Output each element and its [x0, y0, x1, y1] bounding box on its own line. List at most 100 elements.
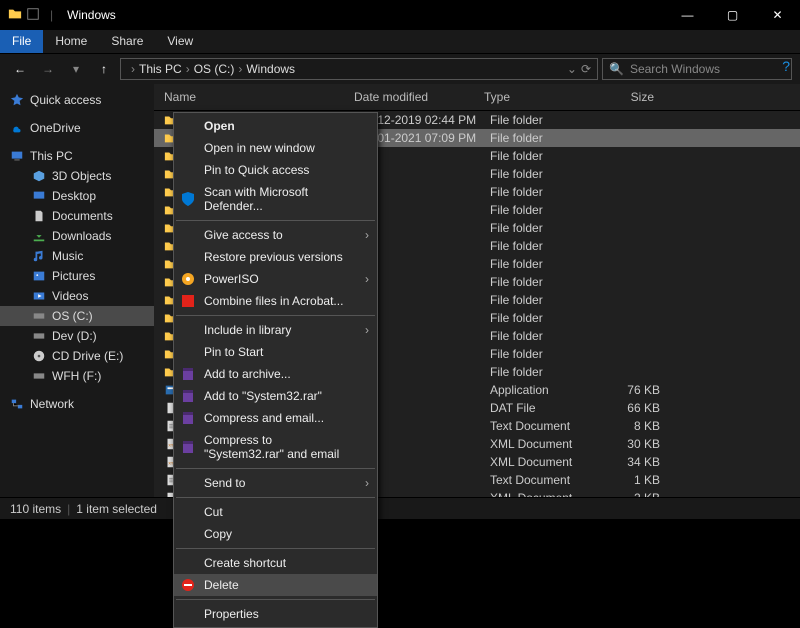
cell-type: File folder: [490, 167, 590, 181]
menu-item[interactable]: Add to "System32.rar": [174, 385, 377, 407]
cell-type: XML Document: [490, 491, 590, 497]
sidebar-item-3dobjects[interactable]: 3D Objects: [0, 166, 154, 186]
breadcrumb[interactable]: Windows: [246, 62, 295, 76]
statusbar: 110 items | 1 item selected: [0, 497, 800, 519]
cell-date: PM: [360, 185, 490, 199]
rar-icon: [180, 388, 196, 404]
menu-item[interactable]: Properties: [174, 603, 377, 625]
menu-label: Include in library: [204, 323, 291, 337]
cell-type: XML Document: [490, 437, 590, 451]
qat-icon[interactable]: [26, 7, 40, 24]
menu-item[interactable]: Open in new window: [174, 137, 377, 159]
cell-size: 8 KB: [590, 419, 670, 433]
poweriso-icon: [180, 271, 196, 287]
cell-date: PM: [360, 221, 490, 235]
sidebar-item-quick-access[interactable]: Quick access: [0, 90, 154, 110]
sidebar-item-wfh[interactable]: WFH (F:): [0, 366, 154, 386]
menu-item[interactable]: Combine files in Acrobat...: [174, 290, 377, 312]
tab-view[interactable]: View: [155, 30, 205, 53]
close-button[interactable]: ✕: [755, 0, 800, 30]
minimize-button[interactable]: —: [665, 0, 710, 30]
cell-type: XML Document: [490, 455, 590, 469]
sidebar-item-downloads[interactable]: Downloads: [0, 226, 154, 246]
nav-pane: Quick access OneDrive This PC 3D Objects…: [0, 84, 154, 497]
sidebar-item-pictures[interactable]: Pictures: [0, 266, 154, 286]
sidebar-item-osc[interactable]: OS (C:): [0, 306, 154, 326]
navigation-toolbar: ← → ▾ ↑ › This PC › OS (C:) › Windows ⌄ …: [0, 54, 800, 84]
tab-file[interactable]: File: [0, 30, 43, 53]
breadcrumb[interactable]: This PC: [139, 62, 182, 76]
menu-label: Send to: [204, 476, 245, 490]
column-headers[interactable]: Name Date modified Type Size: [154, 84, 800, 111]
sidebar-item-onedrive[interactable]: OneDrive: [0, 118, 154, 138]
sidebar-item-devd[interactable]: Dev (D:): [0, 326, 154, 346]
menu-item[interactable]: Create shortcut: [174, 552, 377, 574]
menu-item[interactable]: Restore previous versions: [174, 246, 377, 268]
menu-item[interactable]: Send to›: [174, 472, 377, 494]
tab-home[interactable]: Home: [43, 30, 99, 53]
cell-date: PM: [360, 347, 490, 361]
cell-type: File folder: [490, 203, 590, 217]
menu-item[interactable]: Compress to "System32.rar" and email: [174, 429, 377, 465]
menu-label: Open in new window: [204, 141, 315, 155]
forward-button[interactable]: →: [36, 57, 60, 81]
status-count: 110 items: [10, 502, 61, 516]
sidebar-item-desktop[interactable]: Desktop: [0, 186, 154, 206]
address-bar[interactable]: › This PC › OS (C:) › Windows ⌄ ⟳: [120, 58, 598, 80]
menu-label: Compress and email...: [204, 411, 324, 425]
menu-label: PowerISO: [204, 272, 259, 286]
refresh-icon[interactable]: ⟳: [581, 62, 591, 76]
menu-item[interactable]: Pin to Quick access: [174, 159, 377, 181]
sidebar-item-videos[interactable]: Videos: [0, 286, 154, 306]
menu-item[interactable]: Scan with Microsoft Defender...: [174, 181, 377, 217]
menu-item[interactable]: Give access to›: [174, 224, 377, 246]
sidebar-item-network[interactable]: Network: [0, 394, 154, 414]
cell-date: PM: [360, 311, 490, 325]
menu-item[interactable]: Open: [174, 115, 377, 137]
menu-item[interactable]: PowerISO ›: [174, 268, 377, 290]
menu-item[interactable]: Pin to Start: [174, 341, 377, 363]
cell-date: PM: [360, 239, 490, 253]
chevron-right-icon: ›: [365, 228, 369, 242]
cell-date: PM: [360, 275, 490, 289]
rar-icon: [180, 439, 196, 455]
sidebar-item-thispc[interactable]: This PC: [0, 146, 154, 166]
cell-type: File folder: [490, 275, 590, 289]
cell-type: DAT File: [490, 401, 590, 415]
menu-item[interactable]: Compress and email...: [174, 407, 377, 429]
cell-size: 1 KB: [590, 473, 670, 487]
acrobat-icon: [180, 293, 196, 309]
chevron-down-icon[interactable]: ⌄: [567, 62, 577, 76]
sidebar-item-music[interactable]: Music: [0, 246, 154, 266]
ribbon: File Home Share View: [0, 30, 800, 54]
menu-item[interactable]: Delete: [174, 574, 377, 596]
menu-label: Restore previous versions: [204, 250, 343, 264]
help-icon[interactable]: ?: [782, 58, 790, 74]
breadcrumb[interactable]: OS (C:): [194, 62, 235, 76]
cell-date: PM: [360, 293, 490, 307]
cell-date: PM: [360, 419, 490, 433]
recent-dropdown-icon[interactable]: ▾: [64, 57, 88, 81]
cell-size: 2 KB: [590, 491, 670, 497]
menu-label: Add to archive...: [204, 367, 291, 381]
menu-item[interactable]: Cut: [174, 501, 377, 523]
back-button[interactable]: ←: [8, 57, 32, 81]
cell-type: File folder: [490, 365, 590, 379]
sidebar-item-cddrive[interactable]: CD Drive (E:): [0, 346, 154, 366]
search-input[interactable]: 🔍 Search Windows: [602, 58, 792, 80]
menu-item[interactable]: Copy: [174, 523, 377, 545]
chevron-right-icon: ›: [365, 272, 369, 286]
cell-type: File folder: [490, 131, 590, 145]
cell-size: 66 KB: [590, 401, 670, 415]
status-selected: 1 item selected: [76, 502, 157, 516]
maximize-button[interactable]: ▢: [710, 0, 755, 30]
cell-type: File folder: [490, 149, 590, 163]
menu-item[interactable]: Add to archive...: [174, 363, 377, 385]
menu-label: Open: [204, 119, 235, 133]
sidebar-item-documents[interactable]: Documents: [0, 206, 154, 226]
tab-share[interactable]: Share: [99, 30, 155, 53]
cell-size: 30 KB: [590, 437, 670, 451]
up-button[interactable]: ↑: [92, 57, 116, 81]
menu-item[interactable]: Include in library›: [174, 319, 377, 341]
cell-type: File folder: [490, 329, 590, 343]
